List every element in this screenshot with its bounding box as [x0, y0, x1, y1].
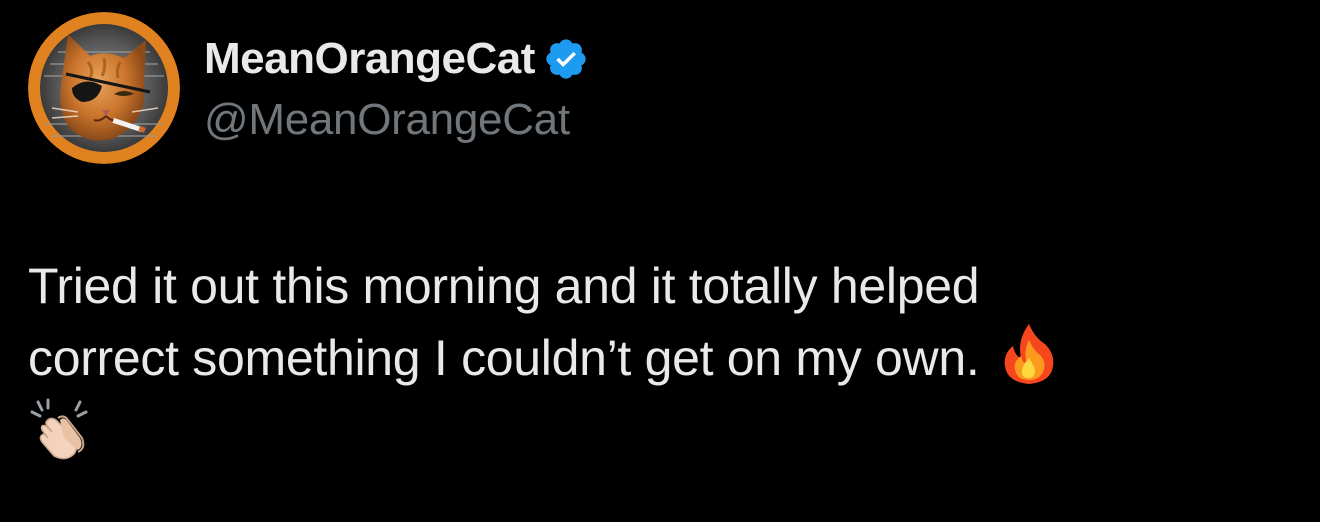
user-handle[interactable]: @MeanOrangeCat: [204, 95, 589, 145]
clapping-hands-icon: [28, 398, 92, 462]
verified-badge-icon[interactable]: [543, 36, 589, 82]
avatar[interactable]: [28, 12, 180, 164]
fire-icon: [1001, 322, 1057, 386]
tweet-header: MeanOrangeCat @MeanOrangeCat: [28, 12, 589, 164]
tweet-text-line-1: Tried it out this morning and it totally…: [28, 258, 980, 314]
tweet-text-line-2-content: correct something I couldn’t get on my o…: [28, 330, 980, 386]
tweet-text-line-2: correct something I couldn’t get on my o…: [28, 322, 1288, 394]
tweet-text: Tried it out this morning and it totally…: [28, 250, 1288, 466]
avatar-image: [28, 12, 180, 164]
tweet-card: MeanOrangeCat @MeanOrangeCat Tried it ou…: [0, 0, 1320, 522]
author-names: MeanOrangeCat @MeanOrangeCat: [204, 31, 589, 145]
display-name[interactable]: MeanOrangeCat: [204, 34, 535, 84]
display-name-row: MeanOrangeCat: [204, 31, 589, 87]
tweet-text-line-3: [28, 394, 1288, 466]
